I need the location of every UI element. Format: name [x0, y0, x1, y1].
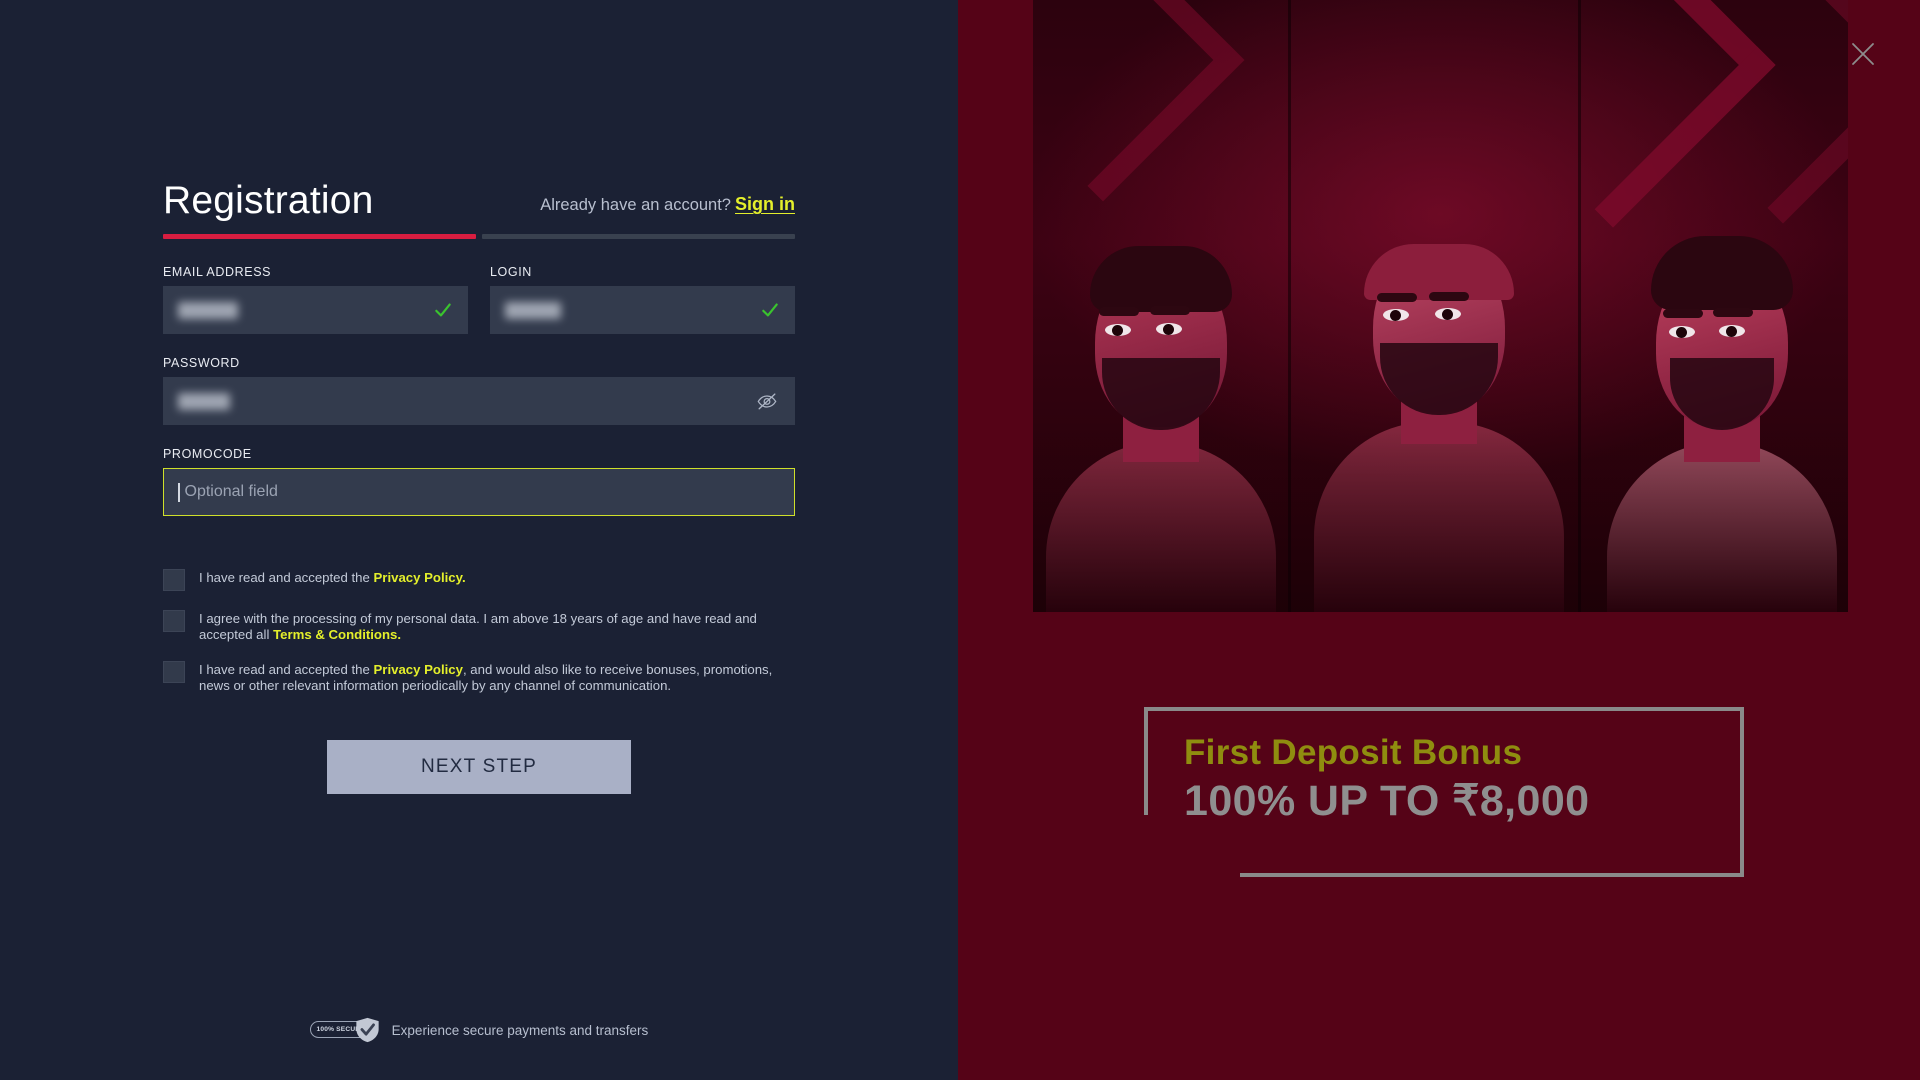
- bonus-frame-top: [1144, 707, 1744, 711]
- player-beard: [1101, 358, 1220, 430]
- player-brow-left: [1377, 293, 1417, 302]
- promocode-input[interactable]: Optional field: [163, 468, 795, 516]
- bonus-frame-left: [1144, 707, 1148, 815]
- agreement-text: I have read and accepted the Privacy Pol…: [199, 660, 795, 693]
- promocode-placeholder: Optional field: [184, 483, 278, 500]
- form-header: Registration Already have an account? Sig…: [163, 158, 795, 220]
- credentials-row: EMAIL ADDRESS LOGIN: [163, 265, 795, 334]
- eye-off-icon[interactable]: [756, 390, 778, 412]
- shield-check-icon: [356, 1017, 379, 1043]
- agreement-terms-conditions: I agree with the processing of my person…: [163, 609, 795, 642]
- player-brow-right: [1429, 292, 1469, 301]
- player-pupil-left: [1112, 325, 1123, 336]
- player-pupil-left: [1676, 327, 1687, 338]
- bonus-banner: First Deposit Bonus 100% UP TO ₹8,000: [1144, 707, 1744, 877]
- checkbox-terms-conditions[interactable]: [163, 610, 185, 632]
- email-field-group: EMAIL ADDRESS: [163, 265, 468, 334]
- player-brow-left: [1663, 309, 1703, 318]
- password-value-redacted: [178, 392, 230, 410]
- registration-modal: Registration Already have an account? Sig…: [0, 0, 1920, 1080]
- login-input[interactable]: [490, 286, 795, 334]
- bonus-text-group: First Deposit Bonus 100% UP TO ₹8,000: [1184, 733, 1589, 826]
- player-body: [1045, 442, 1276, 612]
- email-valid-check-icon: [435, 303, 451, 317]
- agreements-list: I have read and accepted the Privacy Pol…: [163, 568, 795, 693]
- agreement-marketing-optin: I have read and accepted the Privacy Pol…: [163, 660, 795, 693]
- agreement-text-before: I have read and accepted the: [199, 570, 370, 585]
- checkbox-marketing-optin[interactable]: [163, 661, 185, 684]
- player-hair: [1650, 236, 1793, 310]
- password-input[interactable]: [163, 377, 795, 425]
- player-pupil-left: [1390, 310, 1401, 321]
- password-field-group: PASSWORD: [163, 356, 795, 425]
- player-portrait-2: [1301, 0, 1576, 612]
- promocode-field-group: PROMOCODE Optional field: [163, 447, 795, 516]
- bonus-frame-bottom: [1240, 873, 1744, 877]
- page-title: Registration: [163, 179, 374, 222]
- agreement-text: I have read and accepted the Privacy Pol…: [199, 568, 466, 586]
- login-label: LOGIN: [490, 265, 532, 279]
- text-cursor: [178, 482, 180, 502]
- signin-prompt: Already have an account? Sign in: [540, 194, 795, 220]
- progress-step-1: [163, 234, 476, 239]
- player-hair: [1089, 246, 1232, 312]
- player-brow-right: [1713, 308, 1753, 317]
- bonus-amount: 100% UP TO ₹8,000: [1184, 777, 1590, 826]
- secure-badge: 100% SECURE: [309, 1017, 382, 1043]
- cricket-players-artwork: [1033, 0, 1848, 612]
- sign-in-link[interactable]: Sign in: [735, 194, 795, 214]
- player-body: [1606, 442, 1837, 612]
- terms-conditions-link[interactable]: Terms & Conditions.: [273, 627, 401, 642]
- checkbox-privacy-policy[interactable]: [163, 569, 185, 591]
- artwork-divider-2: [1578, 0, 1581, 612]
- signin-prompt-text: Already have an account?: [540, 196, 731, 214]
- player-portrait-3: [1589, 0, 1848, 612]
- agreement-privacy-policy: I have read and accepted the Privacy Pol…: [163, 568, 795, 591]
- player-pupil-right: [1163, 324, 1174, 335]
- close-icon[interactable]: [1849, 40, 1877, 68]
- player-pupil-right: [1726, 326, 1737, 337]
- login-valid-check-icon: [762, 303, 778, 317]
- agreement-text-before: I have read and accepted the: [199, 662, 370, 678]
- email-input[interactable]: [163, 286, 468, 334]
- password-label: PASSWORD: [163, 356, 240, 370]
- step-progress-bar: [163, 234, 795, 239]
- email-value-redacted: [178, 301, 238, 319]
- player-brow-right: [1150, 306, 1190, 315]
- player-beard: [1379, 343, 1498, 415]
- privacy-policy-link[interactable]: Privacy Policy.: [374, 570, 466, 585]
- player-body: [1313, 422, 1564, 612]
- bonus-title: First Deposit Bonus: [1184, 733, 1523, 772]
- secure-payments-footer: 100% SECURE Experience secure payments a…: [0, 1017, 958, 1043]
- login-field-group: LOGIN: [490, 265, 795, 334]
- registration-form-panel: Registration Already have an account? Sig…: [0, 0, 958, 1080]
- form-container: Registration Already have an account? Sig…: [163, 158, 795, 795]
- promo-panel: First Deposit Bonus 100% UP TO ₹8,000: [958, 0, 1920, 1080]
- player-portrait-1: [1033, 0, 1293, 612]
- progress-step-2: [482, 234, 795, 239]
- login-value-redacted: [505, 301, 561, 319]
- secure-footer-text: Experience secure payments and transfers: [391, 1022, 649, 1038]
- next-step-button[interactable]: NEXT STEP: [327, 740, 631, 795]
- promocode-label: PROMOCODE: [163, 447, 252, 461]
- privacy-policy-link[interactable]: Privacy Policy: [374, 662, 463, 677]
- agreement-text: I agree with the processing of my person…: [199, 609, 795, 642]
- player-brow-left: [1099, 307, 1139, 316]
- player-pupil-right: [1442, 309, 1453, 320]
- bonus-frame-right: [1740, 707, 1744, 877]
- email-label: EMAIL ADDRESS: [163, 265, 272, 279]
